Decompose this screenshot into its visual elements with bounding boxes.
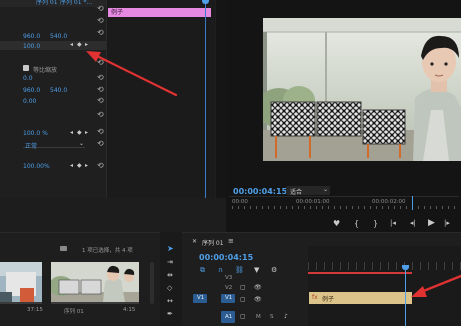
annotation-arrows [86, 51, 461, 297]
red-arrow-head [86, 51, 101, 62]
red-arrow-head [411, 286, 427, 297]
red-arrow-shaft [95, 54, 178, 97]
red-arrow-shaft [419, 274, 461, 294]
